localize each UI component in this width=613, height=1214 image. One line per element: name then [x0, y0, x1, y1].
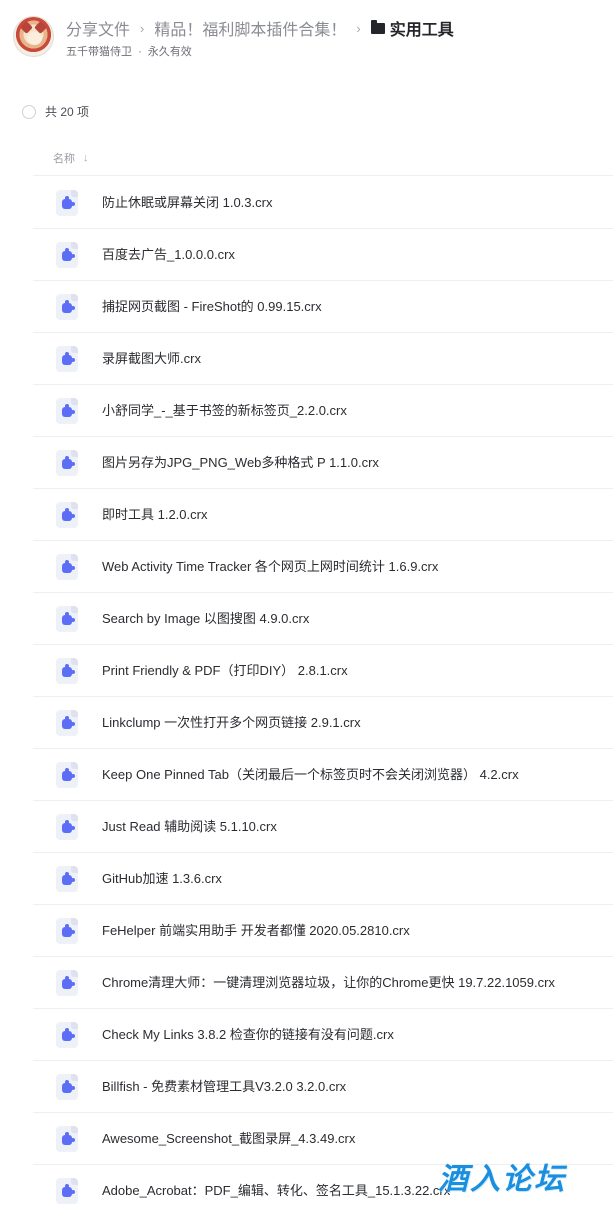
- file-row[interactable]: Search by Image 以图搜图 4.9.0.crx: [33, 593, 613, 645]
- extension-file-icon: [54, 866, 80, 892]
- file-name[interactable]: 捕捉网页截图 - FireShot的 0.99.15.crx: [102, 281, 584, 332]
- breadcrumb-current: 实用工具: [370, 16, 454, 40]
- validity-label: 永久有效: [147, 46, 192, 58]
- file-row[interactable]: 即时工具 1.2.0.crx: [33, 489, 613, 541]
- file-name[interactable]: 录屏截图大师.crx: [102, 333, 584, 384]
- file-row[interactable]: 防止休眠或屏幕关闭 1.0.3.crx: [33, 177, 613, 229]
- file-name[interactable]: FeHelper 前端实用助手 开发者都懂 2020.05.2810.crx: [102, 905, 584, 956]
- extension-file-icon: [54, 970, 80, 996]
- sort-arrow-down-icon[interactable]: ↓: [83, 152, 89, 164]
- file-row[interactable]: FeHelper 前端实用助手 开发者都懂 2020.05.2810.crx: [33, 905, 613, 957]
- file-name[interactable]: Check My Links 3.8.2 检查你的链接有没有问题.crx: [102, 1009, 584, 1060]
- file-row[interactable]: 小舒同学_-_基于书签的新标签页_2.2.0.crx: [33, 385, 613, 437]
- file-row[interactable]: Linkclump 一次性打开多个网页链接 2.9.1.crx: [33, 697, 613, 749]
- page-header: 分享文件 › 精品！福利脚本插件合集！ › 实用工具 五千带猫侍卫 · 永久有效: [0, 0, 613, 72]
- avatar-face: [27, 32, 42, 45]
- extension-file-icon: [54, 190, 80, 216]
- extension-file-icon: [54, 1178, 80, 1204]
- extension-file-icon: [54, 710, 80, 736]
- file-name[interactable]: 百度去广告_1.0.0.0.crx: [102, 229, 584, 280]
- file-row[interactable]: 录屏截图大师.crx: [33, 333, 613, 385]
- extension-file-icon: [54, 1074, 80, 1100]
- breadcrumb-separator: ›: [356, 20, 361, 36]
- file-name[interactable]: Keep One Pinned Tab（关闭最后一个标签页时不会关闭浏览器） 4…: [102, 749, 584, 800]
- avatar[interactable]: [13, 16, 54, 57]
- file-name[interactable]: Search by Image 以图搜图 4.9.0.crx: [102, 593, 584, 644]
- extension-file-icon: [54, 1126, 80, 1152]
- breadcrumb-item-shared-files[interactable]: 分享文件: [66, 16, 130, 40]
- extension-file-icon: [54, 554, 80, 580]
- column-header: 名称 ↓: [33, 140, 613, 176]
- watermark-logo: 酒入论坛: [438, 1163, 566, 1196]
- file-name[interactable]: Print Friendly & PDF（打印DIY） 2.8.1.crx: [102, 645, 584, 696]
- file-name[interactable]: Chrome清理大师：一键清理浏览器垃圾，让你的Chrome更快 19.7.22…: [102, 957, 584, 1008]
- extension-file-icon: [54, 346, 80, 372]
- extension-file-icon: [54, 502, 80, 528]
- extension-file-icon: [54, 450, 80, 476]
- extension-file-icon: [54, 606, 80, 632]
- file-row[interactable]: Chrome清理大师：一键清理浏览器垃圾，让你的Chrome更快 19.7.22…: [33, 957, 613, 1009]
- file-name[interactable]: 小舒同学_-_基于书签的新标签页_2.2.0.crx: [102, 385, 584, 436]
- file-name[interactable]: Billfish - 免费素材管理工具V3.2.0 3.2.0.crx: [102, 1061, 584, 1112]
- select-all-checkbox[interactable]: [22, 104, 36, 119]
- file-name[interactable]: Web Activity Time Tracker 各个网页上网时间统计 1.6…: [102, 541, 584, 592]
- file-row[interactable]: 百度去广告_1.0.0.0.crx: [33, 229, 613, 281]
- file-row[interactable]: Web Activity Time Tracker 各个网页上网时间统计 1.6…: [33, 541, 613, 593]
- file-name[interactable]: Linkclump 一次性打开多个网页链接 2.9.1.crx: [102, 697, 584, 748]
- breadcrumb-separator: ›: [140, 20, 145, 36]
- file-name[interactable]: Just Read 辅助阅读 5.1.10.crx: [102, 801, 584, 852]
- breadcrumb-current-label: 实用工具: [389, 22, 454, 39]
- file-row[interactable]: GitHub加速 1.3.6.crx: [33, 853, 613, 905]
- breadcrumb: 分享文件 › 精品！福利脚本插件合集！ › 实用工具: [66, 17, 454, 39]
- extension-file-icon: [54, 242, 80, 268]
- file-name[interactable]: GitHub加速 1.3.6.crx: [102, 853, 584, 904]
- column-name-header[interactable]: 名称: [53, 150, 75, 166]
- selection-summary: 共 20 项: [22, 103, 89, 120]
- owner-name: 五千带猫侍卫: [66, 46, 132, 58]
- share-owner-info: 五千带猫侍卫 · 永久有效: [66, 43, 192, 59]
- extension-file-icon: [54, 918, 80, 944]
- extension-file-icon: [54, 658, 80, 684]
- file-list: 防止休眠或屏幕关闭 1.0.3.crx 百度去广告_1.0.0.0.crx 捕捉…: [33, 177, 613, 1214]
- breadcrumb-item-collection[interactable]: 精品！福利脚本插件合集！: [154, 16, 346, 40]
- extension-file-icon: [54, 814, 80, 840]
- file-name[interactable]: 防止休眠或屏幕关闭 1.0.3.crx: [102, 177, 584, 228]
- extension-file-icon: [54, 1022, 80, 1048]
- owner-dot: ·: [138, 46, 142, 58]
- item-count: 共 20 项: [45, 105, 90, 119]
- extension-file-icon: [54, 294, 80, 320]
- file-name[interactable]: 图片另存为JPG_PNG_Web多种格式 P 1.1.0.crx: [102, 437, 584, 488]
- file-row[interactable]: Just Read 辅助阅读 5.1.10.crx: [33, 801, 613, 853]
- file-name[interactable]: 即时工具 1.2.0.crx: [102, 489, 584, 540]
- extension-file-icon: [54, 398, 80, 424]
- file-row[interactable]: 捕捉网页截图 - FireShot的 0.99.15.crx: [33, 281, 613, 333]
- file-row[interactable]: 图片另存为JPG_PNG_Web多种格式 P 1.1.0.crx: [33, 437, 613, 489]
- file-row[interactable]: Keep One Pinned Tab（关闭最后一个标签页时不会关闭浏览器） 4…: [33, 749, 613, 801]
- file-row[interactable]: Check My Links 3.8.2 检查你的链接有没有问题.crx: [33, 1009, 613, 1061]
- file-row[interactable]: Billfish - 免费素材管理工具V3.2.0 3.2.0.crx: [33, 1061, 613, 1113]
- folder-icon: [370, 19, 385, 34]
- file-row[interactable]: Print Friendly & PDF（打印DIY） 2.8.1.crx: [33, 645, 613, 697]
- extension-file-icon: [54, 762, 80, 788]
